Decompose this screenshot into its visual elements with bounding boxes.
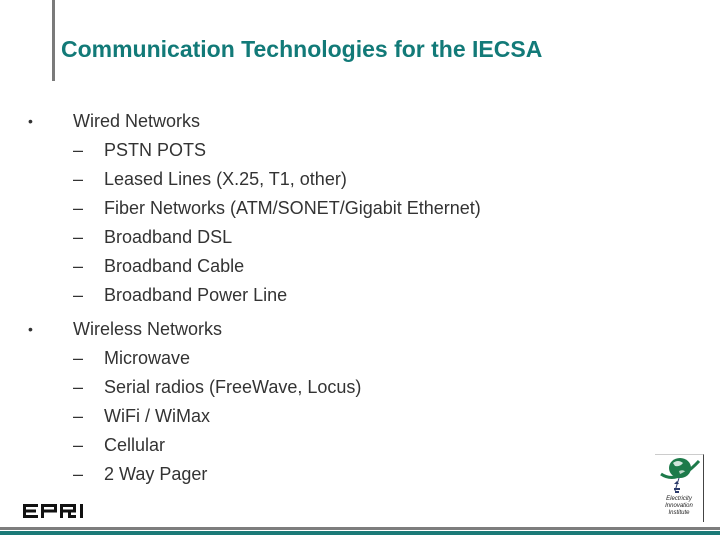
list-item-text: 2 Way Pager <box>104 464 208 484</box>
dash-icon: – <box>73 198 84 218</box>
dash-icon: – <box>73 435 84 455</box>
dash-icon: – <box>73 285 84 305</box>
list-item: –2 Way Pager <box>28 460 481 489</box>
list-item: – Serial radios (FreeWave, Locus) <box>28 373 481 402</box>
footer-divider-gray <box>0 527 720 530</box>
list-item-text: Cellular <box>104 435 166 455</box>
title-accent-bar <box>52 0 55 81</box>
list-item-text: Serial radios (FreeWave, Locus) <box>104 377 362 397</box>
section-label: Wired Networks <box>73 111 201 131</box>
dash-icon: – <box>73 256 84 276</box>
list-item: – PSTN POTS <box>28 136 481 165</box>
eii-line2: Innovation <box>665 503 693 509</box>
list-item-text: WiFi / WiMax <box>104 406 210 426</box>
list-item-text: Fiber Networks (ATM/SONET/Gigabit Ethern… <box>104 198 481 218</box>
dash-icon: – <box>73 464 84 484</box>
list-item: – Cellular <box>28 431 481 460</box>
list-item-text: Broadband Power Line <box>104 285 288 305</box>
epri-logo <box>23 504 83 518</box>
dash-icon: – <box>73 227 84 247</box>
dash-icon: – <box>73 169 84 189</box>
eii-logo-text: Electricity Innovation Institute <box>656 496 702 517</box>
bullet-icon: • <box>28 113 33 129</box>
list-item: – Broadband Power Line <box>28 281 481 310</box>
section-wireless: • Wireless Networks <box>28 315 481 344</box>
list-item: – WiFi / WiMax <box>28 402 481 431</box>
list-item: – Fiber Networks (ATM/SONET/Gigabit Ether… <box>28 194 481 223</box>
list-item-text: Microwave <box>104 348 191 368</box>
dash-icon: – <box>73 140 84 160</box>
bullet-icon: • <box>28 321 33 337</box>
list-item-text: PSTN POTS <box>104 140 207 160</box>
list-item: – Leased Lines (X.25, T1, other) <box>28 165 481 194</box>
section-label: Wireless Networks <box>73 319 223 339</box>
list-item: – Broadband DSL <box>28 223 481 252</box>
eii-logo: Electricity Innovation Institute <box>655 454 704 522</box>
footer-divider-teal <box>0 531 720 535</box>
list-item: – Broadband Cable <box>28 252 481 281</box>
section-wired: • Wired Networks <box>28 107 481 136</box>
eii-line3: Institute <box>668 510 690 516</box>
dash-icon: – <box>73 406 84 426</box>
list-item: – Microwave <box>28 344 481 373</box>
dash-icon: – <box>73 377 84 397</box>
globe-icon <box>660 458 701 493</box>
eii-line1: Electricity <box>666 496 692 502</box>
list-item-text: Leased Lines (X.25, T1, other) <box>104 169 347 189</box>
slide-title: Communication Technologies for the IECSA <box>61 36 543 62</box>
slide-content: • Wired Networks – PSTN POTS – Leased Line… <box>28 107 481 489</box>
list-item-text: Broadband Cable <box>104 256 245 276</box>
dash-icon: – <box>73 348 84 368</box>
list-item-text: Broadband DSL <box>104 227 233 247</box>
